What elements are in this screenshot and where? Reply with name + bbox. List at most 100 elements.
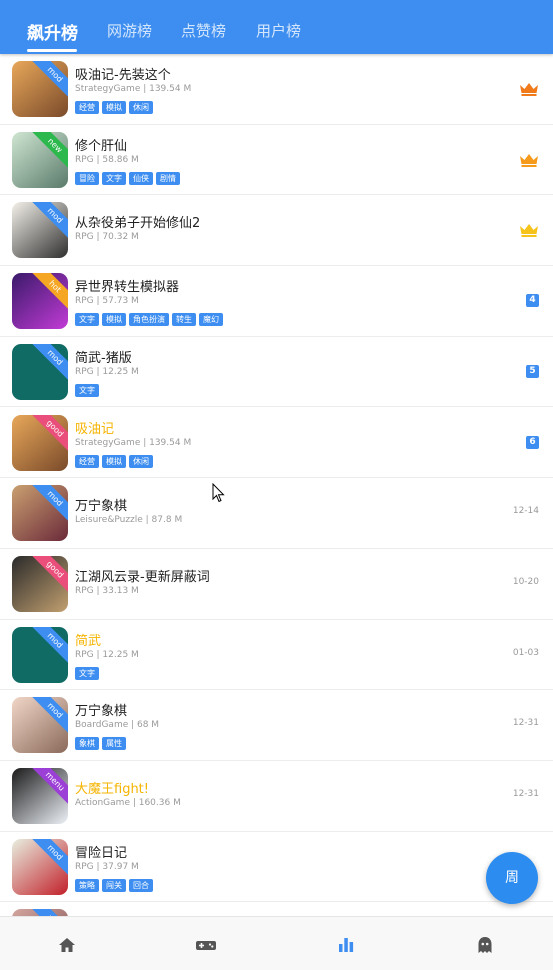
home-icon[interactable] [57, 935, 77, 955]
game-list-item[interactable]: good 吸油记 StrategyGame | 139.54 M 经营 模拟 休闲 6 [0, 408, 553, 479]
game-title: 从杂役弟子开始修仙2 [75, 216, 201, 232]
rank-badge: 4 [526, 294, 539, 308]
chart-icon[interactable] [336, 935, 356, 955]
tab-users[interactable]: 用户榜 [256, 20, 301, 41]
game-tag: 休闲 [129, 454, 153, 468]
game-icon[interactable]: mod [12, 909, 68, 916]
game-list[interactable]: mod 吸油记-先装这个 StrategyGame | 139.54 M 经营 模拟 休闲… [0, 54, 553, 916]
game-list-item[interactable]: new 修个肝仙 RPG | 58.86 M 冒险 文字 仙侠 剧情 [0, 125, 553, 196]
game-meta: ActionGame | 160.36 M [75, 798, 181, 808]
tab-rising[interactable]: 飙升榜 [27, 19, 78, 44]
game-tag: 休闲 [129, 101, 153, 114]
crown-icon [520, 224, 538, 238]
game-tag: 剧情 [156, 171, 180, 185]
game-meta: StrategyGame | 139.54 M [75, 437, 192, 448]
game-icon[interactable]: new [12, 131, 68, 188]
game-title: 大魔王fight! [75, 782, 149, 797]
game-icon[interactable]: mod [12, 838, 68, 895]
game-tag: 闯关 [102, 878, 126, 892]
game-tags: 文字 模拟 角色扮演 转生 魔幻 [75, 313, 223, 327]
game-tag: 模拟 [102, 101, 126, 114]
game-icon[interactable]: mod [12, 626, 68, 683]
game-meta: RPG | 33.13 M [75, 585, 139, 596]
game-icon[interactable]: good [12, 414, 68, 471]
active-tab-indicator [27, 49, 77, 52]
game-tag: 象棋 [75, 737, 99, 751]
game-icon[interactable]: mod [12, 485, 68, 542]
crown-shape [520, 224, 538, 235]
game-title: 简武-猪版 [75, 350, 132, 366]
game-list-item[interactable]: hot 异世界转生模拟器 RPG | 57.73 M 文字 模拟 角色扮演 转生 魔幻 4 [0, 266, 553, 337]
game-meta: RPG | 70.32 M [75, 232, 139, 243]
rank-number: 6 [526, 435, 539, 449]
game-tag: 魔幻 [199, 313, 223, 327]
game-icon[interactable]: mod [12, 343, 68, 400]
game-list-item[interactable]: mod 吸油记-先装这个 StrategyGame | 139.54 M 经营 模拟 休闲 [0, 54, 553, 125]
tab-online-games[interactable]: 网游榜 [107, 20, 152, 41]
game-list-item[interactable]: menu 大魔王fight! ActionGame | 160.36 M 12-31 [0, 761, 553, 832]
bottom-navigation [0, 916, 553, 970]
game-tag: 仙侠 [129, 171, 153, 185]
game-tag: 模拟 [102, 313, 126, 327]
game-list-item[interactable]: good 江湖风云录-更新屏蔽词 RPG | 33.13 M 10-20 [0, 549, 553, 620]
game-icon[interactable]: menu [12, 768, 68, 824]
rank-number: 4 [526, 294, 539, 308]
rank-crown [519, 223, 539, 238]
game-meta: RPG | 12.25 M [75, 649, 139, 660]
rank-number: 5 [526, 364, 539, 378]
game-tag: 属性 [102, 737, 126, 751]
crown-icon [520, 83, 538, 96]
game-title: 修个肝仙 [75, 138, 128, 154]
game-tag: 回合 [129, 878, 153, 892]
game-list-item[interactable]: mod 万宁象棋 Leisure&Puzzle | 87.8 M 12-14 [0, 478, 553, 549]
update-date: 12-31 [512, 789, 539, 799]
rank-badge: 5 [526, 364, 539, 378]
game-title: 吸油记-先装这个 [75, 68, 171, 83]
update-date: 01-03 [512, 647, 539, 658]
game-list-item[interactable]: mod 简武 RPG | 12.25 M 文字 01-03 [0, 620, 553, 691]
game-tags: 文字 [75, 383, 99, 397]
tab-likes[interactable]: 点赞榜 [181, 20, 226, 41]
game-list-item[interactable]: mod问道仙途2-修复出售 [0, 902, 553, 916]
game-icon[interactable]: mod [12, 202, 68, 259]
update-date: 10-20 [512, 576, 539, 587]
game-list-item[interactable]: mod 简武-猪版 RPG | 12.25 M 文字 5 [0, 337, 553, 408]
game-meta: RPG | 58.86 M [75, 154, 139, 165]
game-title: 吸油记 [75, 421, 115, 437]
gamepad-icon[interactable] [195, 935, 217, 955]
ghost-icon[interactable] [475, 935, 495, 955]
update-date: 12-31 [512, 718, 539, 729]
period-toggle-button[interactable]: 周 [486, 852, 538, 904]
update-date: 12-14 [512, 506, 539, 517]
top-tab-bar: 飙升榜 网游榜 点赞榜 用户榜 [0, 0, 553, 54]
crown-icon [520, 153, 538, 167]
game-meta: RPG | 12.25 M [75, 366, 139, 377]
game-list-item[interactable]: mod 从杂役弟子开始修仙2 RPG | 70.32 M [0, 195, 553, 267]
game-list-item[interactable]: mod 万宁象棋 BoardGame | 68 M 象棋 属性 12-31 [0, 690, 553, 761]
game-meta: Leisure&Puzzle | 87.8 M [75, 515, 183, 526]
rank-badge: 6 [526, 435, 539, 449]
game-tag: 角色扮演 [129, 313, 169, 327]
game-tags: 经营 模拟 休闲 [75, 101, 153, 114]
game-tags: 文字 [75, 666, 99, 680]
game-tag: 文字 [75, 666, 99, 680]
game-title: 万宁象棋 [75, 499, 128, 515]
mouse-cursor-icon [212, 483, 225, 503]
game-icon[interactable]: mod [12, 697, 68, 754]
game-title: 万宁象棋 [75, 704, 128, 720]
crown-base [521, 94, 537, 96]
game-meta: BoardGame | 68 M [75, 720, 160, 731]
game-icon[interactable]: good [12, 555, 68, 612]
game-tags: 象棋 属性 [75, 737, 126, 751]
game-tag: 文字 [102, 171, 126, 185]
game-icon[interactable]: hot [12, 273, 68, 330]
crown-base [521, 164, 537, 167]
game-icon[interactable]: mod [12, 61, 68, 117]
rank-crown [519, 82, 539, 96]
game-tags: 经营 模拟 休闲 [75, 454, 153, 468]
game-tags: 策略 闯关 回合 [75, 878, 153, 892]
rank-crown [519, 153, 539, 167]
game-list-item[interactable]: mod 冒险日记 RPG | 37.97 M 策略 闯关 回合 [0, 832, 553, 903]
game-meta: RPG | 57.73 M [75, 296, 139, 307]
game-meta: StrategyGame | 139.54 M [75, 84, 192, 94]
